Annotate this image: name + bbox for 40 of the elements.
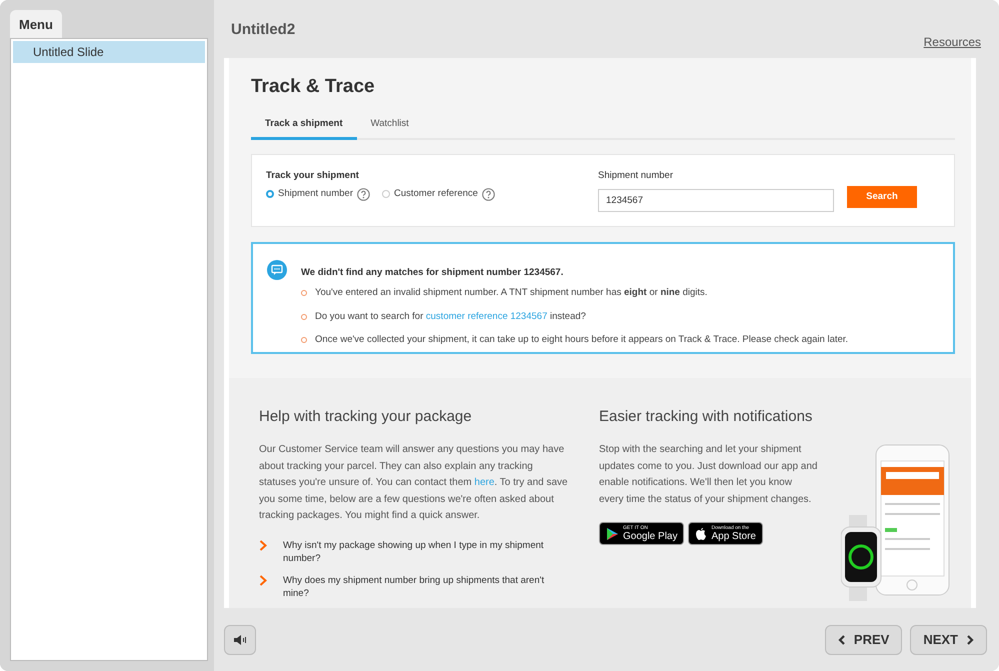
radio-button[interactable] (266, 190, 274, 198)
chevron-icon (259, 540, 267, 550)
speaker-icon (233, 632, 247, 646)
bullet-icon (301, 290, 307, 296)
menu-item[interactable]: Untitled Slide (13, 40, 205, 62)
next-button[interactable]: NEXT (910, 624, 987, 654)
tab[interactable]: Track a shipment (251, 110, 357, 140)
play-icon (606, 526, 619, 540)
alert-item: Do you want to search for customer reference 1234567 instead? (315, 310, 586, 324)
field-label: Shipment number (598, 169, 674, 184)
bullet-icon (301, 336, 307, 343)
help-icon[interactable] (482, 188, 495, 201)
faq-question[interactable]: Why isn't my package showing up when I type in my shipment number? (283, 538, 569, 564)
prev-button[interactable]: PREV (824, 624, 902, 654)
alert-item: Once we've collected your shipment, it can take up to eight hours before it appears on Track & Trace. Please check again later. (315, 332, 848, 347)
option-label[interactable]: Customer reference (394, 187, 478, 202)
course-title: Untitled2 (231, 20, 296, 40)
bullet-icon (301, 314, 307, 320)
notifications-heading: Easier tracking with notifications (599, 408, 814, 426)
chevron-right-icon (966, 634, 974, 644)
alert-heading: We didn't find any matches for shipment number 1234567. (301, 266, 564, 280)
apple-icon (695, 526, 708, 540)
notifications-paragraph: Stop with the searching and let your shipment updates come to you. Just download our app and enable notifications. We'll then let you know every time the status of your shipment changes. (599, 443, 818, 506)
chevron-icon (259, 574, 267, 586)
chat-icon (267, 260, 287, 280)
help-heading: Help with tracking your package (259, 408, 473, 426)
menu-tab[interactable]: Menu (10, 10, 62, 38)
help-paragraph: Our Customer Service team will answer any questions you may have about tracking your parcel. They can also explain any tracking statuses you're unsure of. You can contact them here. To try and save you some time, below are a few questions we're often asked about tracking packages. You might find a quick answer. (259, 443, 569, 523)
audio-button[interactable] (224, 624, 256, 654)
chevron-left-icon (838, 634, 846, 644)
tab[interactable]: Watchlist (356, 110, 423, 140)
radio-button[interactable] (382, 190, 390, 198)
form-heading: Track your shipment (266, 169, 360, 184)
resources-link[interactable]: Resources (924, 33, 981, 58)
faq-question[interactable]: Why does my shipment number bring up shipments that aren't mine? (283, 574, 569, 600)
page-title: Track & Trace (251, 76, 376, 99)
option-label[interactable]: Shipment number (278, 187, 353, 202)
alert-item: You've entered an invalid shipment number. A TNT shipment number has eight or nine digits. (315, 286, 708, 300)
help-icon[interactable] (356, 188, 370, 201)
shipment-number-field[interactable]: 1234567 (598, 189, 834, 212)
